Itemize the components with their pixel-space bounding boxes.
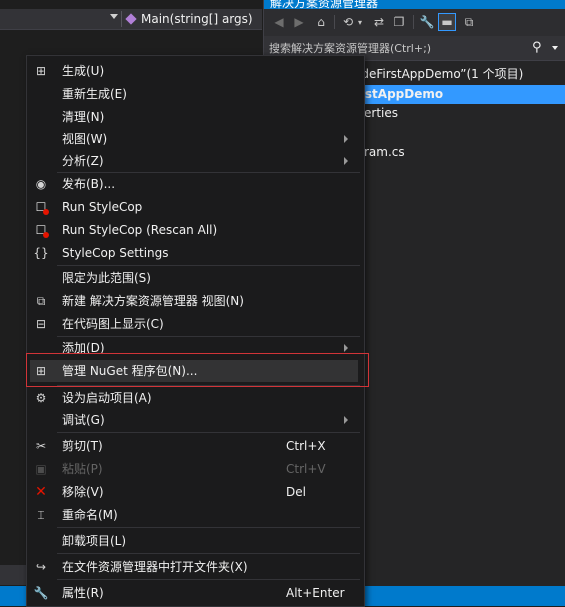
menu-item-paste[interactable]: ▣ 粘贴(P) Ctrl+V <box>27 458 364 480</box>
remove-icon: ✕ <box>35 484 47 500</box>
toolbar-divider <box>413 15 414 29</box>
tree-item-label: odeFirstAppDemo”(1 个项目) <box>354 67 524 81</box>
menu-item-remove[interactable]: ✕ 移除(V) Del <box>27 481 364 503</box>
menu-item-label: Run StyleCop (Rescan All) <box>62 223 218 237</box>
properties-wrench-icon[interactable]: 🔧 <box>418 13 436 31</box>
home-icon[interactable]: ⌂ <box>312 13 330 31</box>
gear-icon: ⚙ <box>35 391 47 405</box>
collapse-all-icon[interactable]: ❐ <box>390 13 408 31</box>
publish-icon: ◉ <box>35 177 47 191</box>
tree-item-label: erties <box>364 106 398 120</box>
nuget-highlight-callout <box>26 353 369 387</box>
menu-separator <box>57 432 360 433</box>
member-navigation-bar: Main(string[] args) <box>0 9 262 30</box>
scissors-icon: ✂ <box>35 439 47 453</box>
paste-icon: ▣ <box>35 462 47 476</box>
menu-item-label: 在代码图上显示(C) <box>62 317 164 331</box>
menu-item-build[interactable]: ⊞ 生成(U) <box>27 60 364 82</box>
menu-item-label: 清理(N) <box>62 110 105 124</box>
menu-item-label: 重新生成(E) <box>62 87 127 101</box>
menu-item-cut[interactable]: ✂ 剪切(T) Ctrl+X <box>27 435 364 457</box>
menu-separator <box>57 553 360 554</box>
menu-item-label: 重命名(M) <box>62 508 118 522</box>
menu-item-shortcut: Alt+Enter <box>286 586 345 600</box>
menu-item-shortcut: Del <box>286 485 306 499</box>
braces-icon: {} <box>33 246 49 260</box>
nav-divider <box>121 11 122 27</box>
submenu-arrow-icon <box>344 416 348 424</box>
menu-item-label: 粘贴(P) <box>62 462 103 476</box>
menu-item-publish[interactable]: ◉ 发布(B)... <box>27 173 364 195</box>
menu-separator <box>57 579 360 580</box>
search-icon[interactable]: ⚲ <box>532 40 542 55</box>
project-context-menu: ⊞ 生成(U) 重新生成(E) 清理(N) 视图(W) 分析(Z) ◉ 发布(B… <box>26 55 365 607</box>
history-dropdown-icon[interactable]: ▾ <box>355 13 365 31</box>
menu-item-label: Run StyleCop <box>62 200 143 214</box>
build-icon: ⊞ <box>35 64 47 78</box>
menu-item-properties[interactable]: 🔧 属性(R) Alt+Enter <box>27 582 364 604</box>
menu-item-label: 在文件资源管理器中打开文件夹(X) <box>62 560 248 574</box>
menu-item-shortcut: Ctrl+V <box>286 462 326 476</box>
rename-icon: ⌶ <box>37 507 45 522</box>
menu-item-view[interactable]: 视图(W) <box>27 128 364 150</box>
submenu-arrow-icon <box>344 135 348 143</box>
menu-item-label: 卸载项目(L) <box>62 534 127 548</box>
code-map-icon: ⊟ <box>35 317 47 331</box>
menu-item-new-explorer-view[interactable]: ⧉ 新建 解决方案资源管理器 视图(N) <box>27 290 364 312</box>
wrench-icon: 🔧 <box>33 586 49 600</box>
solution-explorer-title-bar: 解决方案资源管理器 <box>264 0 565 9</box>
menu-item-open-in-explorer[interactable]: ↪ 在文件资源管理器中打开文件夹(X) <box>27 556 364 578</box>
menu-item-label: 调试(G) <box>62 413 105 427</box>
menu-item-label: 视图(W) <box>62 132 108 146</box>
sync-icon[interactable]: ⇄ <box>370 13 388 31</box>
menu-item-label: 生成(U) <box>62 64 105 78</box>
submenu-arrow-icon <box>344 344 348 352</box>
method-icon <box>125 13 138 26</box>
menu-item-label: 属性(R) <box>62 586 104 600</box>
menu-item-label: StyleCop Settings <box>62 246 169 260</box>
menu-item-label: 分析(Z) <box>62 154 104 168</box>
toolbar-divider <box>334 15 335 29</box>
solution-explorer-title: 解决方案资源管理器 <box>270 0 379 9</box>
member-dropdown-label: Main(string[] args) <box>141 12 253 26</box>
menu-item-show-on-code-map[interactable]: ⊟ 在代码图上显示(C) <box>27 313 364 335</box>
menu-item-run-stylecop-rescan[interactable]: ☐ Run StyleCop (Rescan All) <box>27 219 364 241</box>
menu-separator <box>57 265 360 266</box>
type-dropdown-arrow[interactable] <box>110 14 118 19</box>
menu-separator <box>57 527 360 528</box>
search-input[interactable] <box>269 40 524 56</box>
menu-item-run-stylecop[interactable]: ☐ Run StyleCop <box>27 196 364 218</box>
menu-item-rename[interactable]: ⌶ 重命名(M) <box>27 504 364 526</box>
stylecop-rescan-icon: ☐ <box>33 222 49 238</box>
open-folder-icon: ↪ <box>35 560 47 574</box>
code-map-icon[interactable]: ⧉ <box>460 13 478 31</box>
menu-item-debug[interactable]: 调试(G) <box>27 409 364 431</box>
menu-item-label: 剪切(T) <box>62 439 103 453</box>
menu-item-shortcut: Ctrl+X <box>286 439 326 453</box>
menu-item-analyze[interactable]: 分析(Z) <box>27 150 364 172</box>
menu-item-label: 限定为此范围(S) <box>62 271 151 285</box>
stylecop-icon: ☐ <box>33 199 49 215</box>
member-dropdown[interactable]: Main(string[] args) <box>125 11 253 27</box>
menu-item-set-startup[interactable]: ⚙ 设为启动项目(A) <box>27 387 364 409</box>
menu-item-label: 设为启动项目(A) <box>62 391 152 405</box>
menu-item-scope-to-this[interactable]: 限定为此范围(S) <box>27 267 364 289</box>
solution-explorer-toolbar: ◀ ▶ ⌂ ⟲ ▾ ⇄ ❐ 🔧 ▬ ⧉ <box>264 9 565 36</box>
submenu-arrow-icon <box>344 157 348 165</box>
tree-item-label: ram.cs <box>364 145 405 159</box>
menu-item-label: 发布(B)... <box>62 177 116 191</box>
preview-selected-icon[interactable]: ▬ <box>438 13 456 31</box>
menu-item-stylecop-settings[interactable]: {} StyleCop Settings <box>27 242 364 264</box>
menu-item-label: 移除(V) <box>62 485 104 499</box>
back-icon[interactable]: ◀ <box>270 13 288 31</box>
menu-item-rebuild[interactable]: 重新生成(E) <box>27 83 364 105</box>
tree-item-label: rstAppDemo <box>359 87 444 101</box>
new-view-icon: ⧉ <box>36 293 46 308</box>
menu-item-label: 新建 解决方案资源管理器 视图(N) <box>62 294 244 308</box>
menu-item-unload-project[interactable]: 卸载项目(L) <box>27 530 364 552</box>
forward-icon[interactable]: ▶ <box>290 13 308 31</box>
chevron-down-icon[interactable] <box>552 46 558 50</box>
menu-item-clean[interactable]: 清理(N) <box>27 106 364 128</box>
